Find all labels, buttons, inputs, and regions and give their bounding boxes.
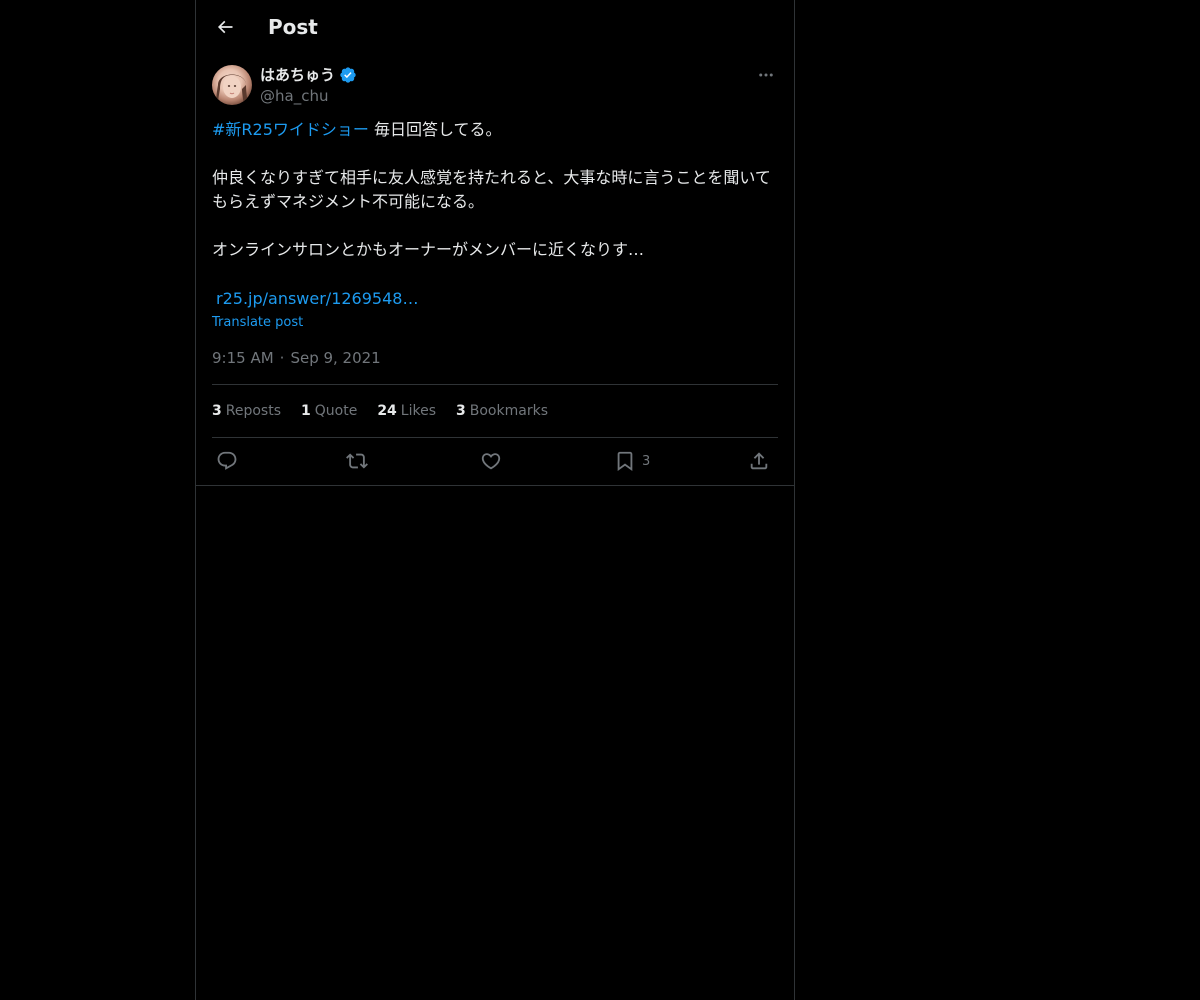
post-text-paragraph-2: 仲良くなりすぎて相手に友人感覚を持たれると、大事な時に言うことを聞いてもらえずマ…	[212, 168, 771, 211]
verified-badge-icon[interactable]	[339, 66, 357, 84]
back-button[interactable]	[208, 10, 242, 44]
post-text-paragraph-3: オンラインサロンとかもオーナーがメンバーに近くなりす…	[212, 240, 645, 259]
quotes-count: 1	[301, 403, 311, 419]
post-timestamp: 9:15 AM · Sep 9, 2021	[212, 348, 381, 368]
likes-stat[interactable]: 24 Likes	[377, 403, 436, 419]
post-link[interactable]: r25.jp/answer/1269548…	[216, 288, 418, 310]
likes-label: Likes	[400, 403, 437, 419]
quotes-stat[interactable]: 1 Quote	[301, 403, 357, 419]
quotes-label: Quote	[314, 403, 358, 419]
bookmarks-label: Bookmarks	[469, 403, 548, 419]
engagement-stats: 3 Reposts 1 Quote 24 Likes 3 Bookmarks	[212, 400, 568, 422]
avatar[interactable]	[212, 65, 252, 105]
author-name[interactable]: はあちゅう	[260, 65, 335, 85]
bookmarks-count: 3	[456, 403, 466, 419]
avatar-image	[216, 74, 248, 105]
repost-button[interactable]	[346, 448, 368, 474]
hashtag-link[interactable]: #新R25ワイドショー	[212, 120, 369, 139]
reply-button[interactable]	[216, 448, 238, 474]
repost-icon	[346, 453, 368, 469]
bookmark-icon	[617, 451, 633, 472]
post-author: はあちゅう @ha_chu	[212, 65, 778, 107]
more-options-button[interactable]	[754, 65, 778, 85]
likes-count: 24	[377, 403, 397, 419]
action-bar: 3	[212, 448, 778, 474]
arrow-left-icon	[217, 20, 233, 34]
bookmark-button[interactable]: 3	[614, 448, 650, 474]
reposts-count: 3	[212, 403, 222, 419]
reposts-stat[interactable]: 3 Reposts	[212, 403, 281, 419]
post-date[interactable]: Sep 9, 2021	[290, 348, 380, 368]
bookmark-count: 3	[642, 453, 651, 469]
post-bottom-border	[196, 485, 794, 486]
post-text-line1: 毎日回答してる。	[368, 120, 502, 139]
like-button[interactable]	[480, 448, 502, 474]
post-time[interactable]: 9:15 AM	[212, 348, 274, 368]
share-icon	[750, 452, 768, 470]
author-handle[interactable]: @ha_chu	[260, 86, 328, 106]
post-column: Post はあちゅう @ha_chu #新R25ワイドショー 毎日回答してる。 …	[195, 0, 795, 1000]
author-name-row[interactable]: はあちゅう	[260, 65, 357, 85]
page-title: Post	[268, 15, 318, 39]
reposts-label: Reposts	[225, 403, 281, 419]
more-horizontal-icon	[759, 73, 773, 77]
heart-icon	[481, 453, 501, 470]
reply-icon	[217, 451, 237, 470]
post-text: #新R25ワイドショー 毎日回答してる。 仲良くなりすぎて相手に友人感覚を持たれ…	[212, 118, 778, 262]
share-button[interactable]	[748, 448, 770, 474]
post-header: Post	[196, 0, 794, 54]
divider	[212, 437, 778, 438]
meta-separator: ·	[279, 349, 285, 367]
translate-post-link[interactable]: Translate post	[212, 315, 303, 331]
bookmarks-stat[interactable]: 3 Bookmarks	[456, 403, 548, 419]
divider	[212, 384, 778, 385]
